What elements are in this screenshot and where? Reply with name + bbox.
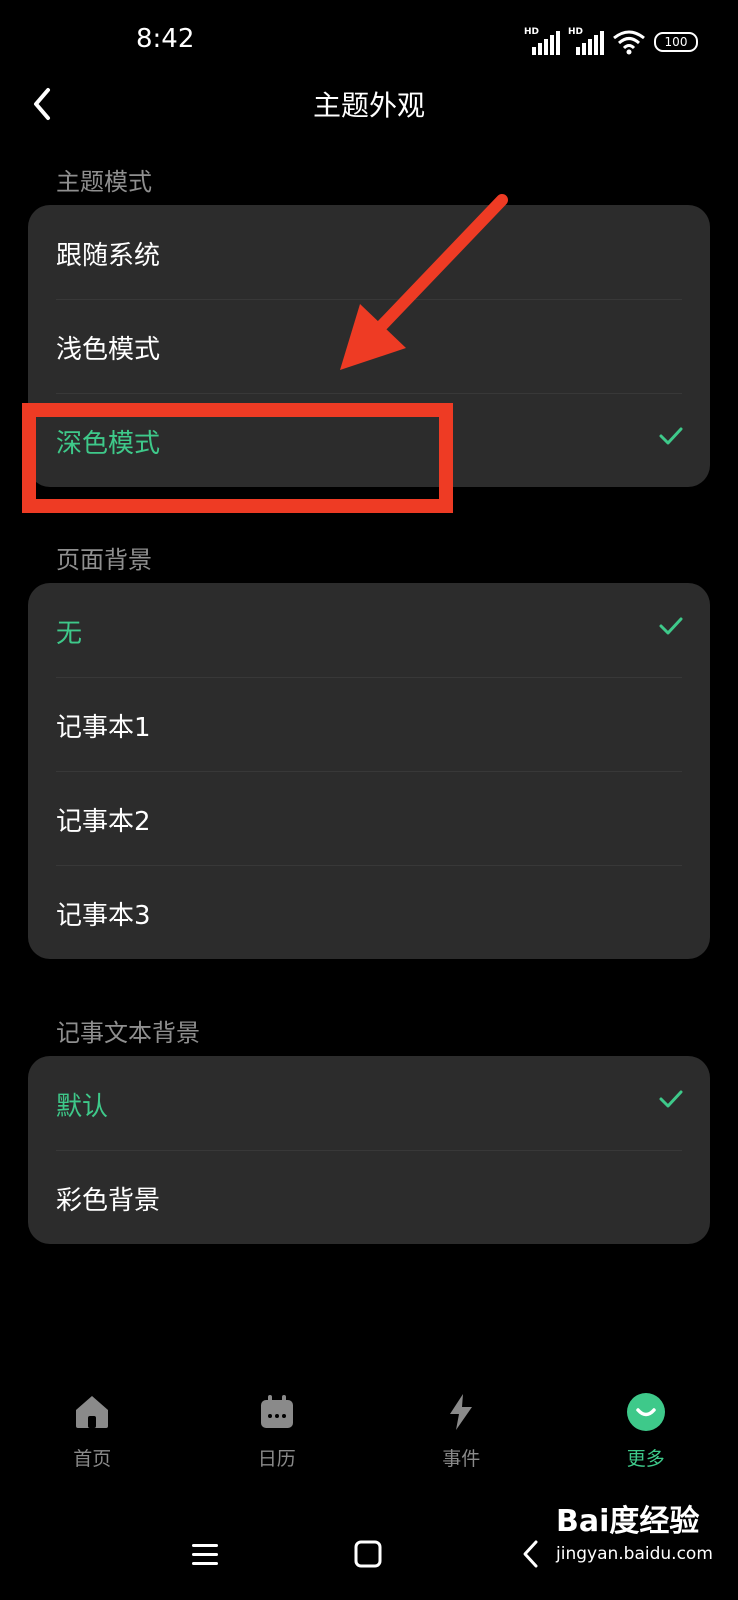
menu-icon: [192, 1544, 218, 1565]
checkmark-icon: [659, 1090, 683, 1108]
annotation-highlight-box: [22, 403, 453, 513]
section-label-page-background: 页面背景: [56, 546, 152, 574]
option-none[interactable]: 无: [28, 583, 710, 677]
tab-label: 首页: [73, 1448, 112, 1470]
nav-menu-button[interactable]: [180, 1530, 230, 1580]
option-label: 默认: [56, 1092, 109, 1122]
section-label-theme-mode: 主题模式: [56, 168, 152, 196]
option-notebook-2[interactable]: 记事本2: [28, 771, 710, 865]
option-notebook-1[interactable]: 记事本1: [28, 677, 710, 771]
page-title: 主题外观: [312, 89, 425, 122]
wifi-icon: [613, 30, 645, 55]
tab-label: 日历: [257, 1448, 296, 1470]
checkmark-icon: [659, 427, 683, 445]
tab-bar: 首页 日历 事件 更多: [0, 1384, 738, 1494]
nav-back-button[interactable]: [506, 1530, 556, 1580]
signal-icon: HD: [568, 27, 604, 55]
option-label: 浅色模式: [56, 335, 161, 365]
header: 主题外观: [0, 72, 738, 132]
tab-home[interactable]: 首页: [0, 1384, 185, 1494]
battery-icon: 100: [654, 32, 698, 52]
watermark: Bai度经验 jingyan.baidu.com: [556, 1490, 726, 1574]
status-time: 8:42: [136, 24, 195, 54]
option-label: 记事本1: [56, 713, 151, 743]
lightning-icon: [450, 1394, 473, 1430]
option-label: 跟随系统: [56, 241, 161, 271]
option-default[interactable]: 默认: [28, 1056, 710, 1150]
section-label-note-text-background: 记事文本背景: [56, 1019, 200, 1047]
more-smile-icon: [626, 1393, 665, 1431]
option-follow-system[interactable]: 跟随系统: [28, 205, 710, 299]
page-background-card: 无 记事本1 记事本2 记事本3: [28, 583, 710, 959]
option-label: 记事本2: [56, 807, 151, 837]
watermark-url: jingyan.baidu.com: [556, 1544, 713, 1564]
square-icon: [354, 1540, 382, 1568]
checkmark-icon: [659, 617, 683, 635]
tab-calendar[interactable]: 日历: [185, 1384, 370, 1494]
tab-events[interactable]: 事件: [369, 1384, 554, 1494]
calendar-icon: [260, 1395, 293, 1428]
home-icon: [76, 1396, 109, 1428]
option-label: 记事本3: [56, 901, 151, 931]
tab-more[interactable]: 更多: [554, 1384, 738, 1494]
tab-label: 更多: [626, 1448, 665, 1470]
signal-icon: HD: [524, 27, 560, 55]
option-label: 无: [56, 619, 83, 649]
note-text-background-card: 默认 彩色背景: [28, 1056, 710, 1244]
nav-home-button[interactable]: [343, 1530, 393, 1580]
option-light-mode[interactable]: 浅色模式: [28, 299, 710, 393]
option-color-background[interactable]: 彩色背景: [28, 1150, 710, 1244]
option-label: 彩色背景: [56, 1186, 161, 1216]
option-notebook-3[interactable]: 记事本3: [28, 865, 710, 959]
chevron-left-icon: [523, 1540, 538, 1568]
status-icons: HD HD 100: [524, 27, 698, 56]
tab-label: 事件: [442, 1448, 481, 1470]
watermark-logo: Bai度经验: [556, 1504, 700, 1539]
